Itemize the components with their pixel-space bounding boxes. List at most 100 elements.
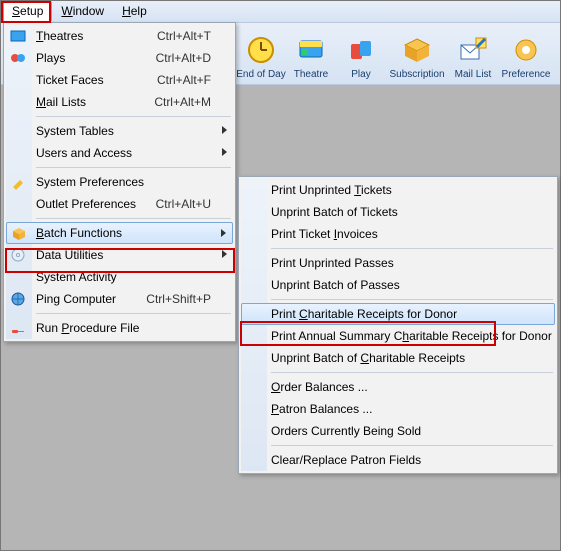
- theatre-icon: [10, 28, 26, 44]
- menu-batch-functions[interactable]: Batch Functions: [6, 222, 233, 244]
- separator: [271, 248, 553, 249]
- toolbar-subscription[interactable]: Subscription: [386, 34, 448, 80]
- menu-system-preferences-label: System Preferences: [36, 175, 211, 189]
- toolbar-mail-list[interactable]: Mail List: [448, 34, 498, 80]
- menu-mail-lists-rest: ail Lists: [46, 95, 86, 109]
- menubar: Setup Window Help: [1, 1, 560, 23]
- menu-outlet-preferences[interactable]: Outlet Preferences Ctrl+Alt+U: [6, 193, 233, 215]
- separator: [36, 313, 231, 314]
- rest: atron Balances ...: [279, 402, 372, 416]
- menu-system-tables[interactable]: System Tables: [6, 120, 233, 142]
- menu-theatres-rest: heatres: [43, 29, 83, 43]
- rest: aritable Receipts for Donor: [409, 329, 552, 343]
- menu-unprint-batch-tickets[interactable]: Unprint Batch of Tickets: [241, 201, 555, 223]
- menu-print-annual-summary[interactable]: Print Annual Summary Charitable Receipts…: [241, 325, 555, 347]
- menu-plays-accel: Ctrl+Alt+D: [138, 51, 211, 65]
- menu-system-tables-label: System Tables: [36, 124, 211, 138]
- toolbar-preferences-label: Preference: [502, 69, 551, 80]
- menu-ticket-faces[interactable]: Ticket Faces Ctrl+Alt+F: [6, 69, 233, 91]
- disc-icon: [10, 247, 26, 263]
- menu-theatres[interactable]: Theatres Ctrl+Alt+T: [6, 25, 233, 47]
- pre: Print: [271, 307, 299, 321]
- menu-system-activity[interactable]: System Activity: [6, 266, 233, 288]
- toolbar-eod-label: End of Day: [236, 69, 285, 80]
- toolbar-maillist-label: Mail List: [455, 69, 492, 80]
- gear-icon: [510, 34, 542, 66]
- toolbar-end-of-day[interactable]: End of Day: [236, 34, 286, 80]
- menu-users-access[interactable]: Users and Access: [6, 142, 233, 164]
- menubar-window[interactable]: Window: [52, 1, 113, 22]
- menu-print-unprinted-tickets[interactable]: Print Unprinted Tickets: [241, 179, 555, 201]
- menubar-window-rest: indow: [73, 4, 104, 18]
- menu-ping-accel: Ctrl+Shift+P: [128, 292, 211, 306]
- menu-ticket-faces-label: Ticket Faces: [36, 73, 139, 87]
- menu-ticket-faces-accel: Ctrl+Alt+F: [139, 73, 211, 87]
- toolbar-play[interactable]: Play: [336, 34, 386, 80]
- menu-system-activity-label: System Activity: [36, 270, 211, 284]
- pre: Print Annual Summary C: [271, 329, 402, 343]
- play-icon: [345, 34, 377, 66]
- separator: [36, 116, 231, 117]
- menu-theatres-accel: Ctrl+Alt+T: [139, 29, 211, 43]
- menu-run-procedure[interactable]: Run Procedure File: [6, 317, 233, 339]
- menu-unprint-batch-passes[interactable]: Unprint Batch of Passes: [241, 274, 555, 296]
- pre: Print Ticket: [271, 227, 334, 241]
- separator: [271, 299, 553, 300]
- menu-data-utilities[interactable]: Data Utilities: [6, 244, 233, 266]
- menu-print-ticket-invoices[interactable]: Print Ticket Invoices: [241, 223, 555, 245]
- rest: haritable Receipts: [369, 351, 465, 365]
- toolbar-theatre[interactable]: Theatre: [286, 34, 336, 80]
- theatre-icon: [295, 34, 327, 66]
- toolbar-subscription-label: Subscription: [389, 69, 444, 80]
- menu-mail-lists-accel: Ctrl+Alt+M: [136, 95, 211, 109]
- box-icon: [401, 34, 433, 66]
- separator: [271, 372, 553, 373]
- separator: [36, 167, 231, 168]
- menu-order-balances[interactable]: Order Balances ...: [241, 376, 555, 398]
- chevron-right-icon: [222, 126, 227, 134]
- menu-run-procedure-pre: Run: [36, 321, 61, 335]
- rest: rder Balances ...: [280, 380, 367, 394]
- menu-clear-replace[interactable]: Clear/Replace Patron Fields: [241, 449, 555, 471]
- menu-ping-label: Ping Computer: [36, 292, 128, 306]
- chevron-right-icon: [222, 250, 227, 258]
- screwdriver-icon: [10, 320, 26, 336]
- menubar-setup[interactable]: Setup: [3, 1, 52, 22]
- batch-functions-menu: Print Unprinted Tickets Unprint Batch of…: [238, 176, 558, 474]
- separator: [271, 445, 553, 446]
- toolbar-play-label: Play: [351, 69, 370, 80]
- menu-data-utilities-label: Data Utilities: [36, 248, 211, 262]
- menu-print-unprinted-passes[interactable]: Print Unprinted Passes: [241, 252, 555, 274]
- menu-run-procedure-rest: rocedure File: [69, 321, 139, 335]
- rest: haritable Receipts for Donor: [308, 307, 457, 321]
- menu-batch-functions-rest: atch Functions: [44, 226, 122, 240]
- menu-orders-being-sold[interactable]: Orders Currently Being Sold: [241, 420, 555, 442]
- label: Unprint Batch of Passes: [271, 278, 533, 292]
- box-icon: [11, 226, 27, 242]
- pre: Unprint Batch of: [271, 351, 360, 365]
- menu-outlet-preferences-label: Outlet Preferences: [36, 197, 138, 211]
- rest: ickets: [361, 183, 392, 197]
- clock-icon: [245, 34, 277, 66]
- menu-plays[interactable]: Plays Ctrl+Alt+D: [6, 47, 233, 69]
- mail-icon: [457, 34, 489, 66]
- menu-unprint-charitable[interactable]: Unprint Batch of Charitable Receipts: [241, 347, 555, 369]
- label: Orders Currently Being Sold: [271, 424, 533, 438]
- menubar-setup-rest: etup: [20, 4, 43, 18]
- label: Print Unprinted Passes: [271, 256, 533, 270]
- menu-outlet-preferences-accel: Ctrl+Alt+U: [138, 197, 211, 211]
- setup-menu: Theatres Ctrl+Alt+T Plays Ctrl+Alt+D Tic…: [3, 22, 236, 342]
- toolbar-preferences[interactable]: Preference: [498, 34, 554, 80]
- menu-ping[interactable]: Ping Computer Ctrl+Shift+P: [6, 288, 233, 310]
- separator: [36, 218, 231, 219]
- menubar-help[interactable]: Help: [113, 1, 156, 22]
- menu-patron-balances[interactable]: Patron Balances ...: [241, 398, 555, 420]
- rest: nvoices: [337, 227, 378, 241]
- globe-icon: [10, 291, 26, 307]
- chevron-right-icon: [222, 148, 227, 156]
- pre: Print Unprinted: [271, 183, 354, 197]
- menu-mail-lists[interactable]: Mail Lists Ctrl+Alt+M: [6, 91, 233, 113]
- menu-system-preferences[interactable]: System Preferences: [6, 171, 233, 193]
- menu-print-charitable-receipts[interactable]: Print Charitable Receipts for Donor: [241, 303, 555, 325]
- menu-users-access-label: Users and Access: [36, 146, 211, 160]
